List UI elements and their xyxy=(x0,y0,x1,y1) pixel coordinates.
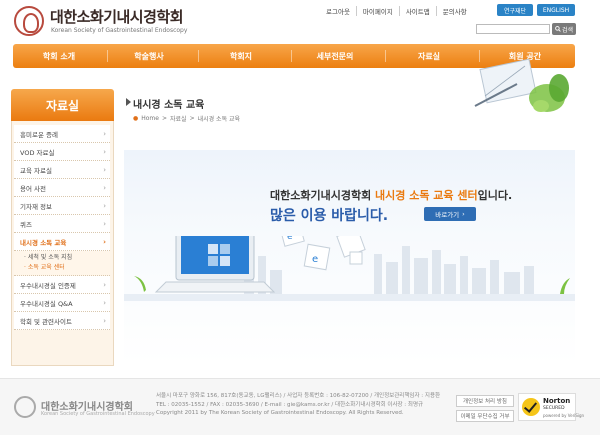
svg-text:e: e xyxy=(312,254,318,265)
chevron-right-icon: › xyxy=(103,298,106,307)
submenu-item-center[interactable]: · 소독 교육 센터 xyxy=(24,263,110,273)
breadcrumb-separator: > xyxy=(189,115,195,122)
nav-divider xyxy=(385,50,386,62)
nav-item-events[interactable]: 학술행사 xyxy=(113,44,185,68)
go-button[interactable]: 바로가기 › xyxy=(424,207,476,221)
skyline-illustration: e e xyxy=(124,236,575,301)
title-arrow-icon xyxy=(126,98,131,106)
sidebar-item-vod[interactable]: VOD 자료실 › xyxy=(14,143,110,161)
email-refusal-button[interactable]: 이메일 무단수집 거부 xyxy=(456,410,514,422)
sidebar-item-qna[interactable]: 우수내시경실 Q&A › xyxy=(14,294,110,312)
sidebar-item-cases[interactable]: 흥미로운 증례 › xyxy=(14,125,110,143)
chevron-right-icon: › xyxy=(103,129,106,138)
chevron-right-icon: › xyxy=(103,183,106,192)
chevron-right-icon: › xyxy=(103,237,106,246)
checkmark-icon xyxy=(522,398,540,416)
norton-seal[interactable]: Norton SECURED powered by VeriSign xyxy=(518,393,584,421)
sidebar-item-label: 교육 자료실 xyxy=(20,166,52,175)
logo-title: 대한소화기내시경학회 xyxy=(50,8,184,26)
society-emblem-icon xyxy=(14,396,36,418)
society-emblem-icon xyxy=(14,6,44,36)
norton-name: Norton xyxy=(543,397,571,405)
footer-contact: TEL : 02035-1552 / FAX : 02035-3690 / E-… xyxy=(156,401,424,408)
sidebar-item-disinfection[interactable]: 내시경 소독 교육 › xyxy=(14,233,110,251)
home-icon: ● xyxy=(133,115,139,122)
sidebar-item-equipment[interactable]: 기자재 정보 › xyxy=(14,197,110,215)
logout-link[interactable]: 로그아웃 xyxy=(320,6,357,16)
search-button-label: 검색 xyxy=(561,26,574,34)
nav-item-about[interactable]: 학회 소개 xyxy=(23,44,95,68)
site-logo[interactable]: 대한소화기내시경학회 Korean Society of Gastrointes… xyxy=(14,4,204,40)
sidebar-item-label: 학회 및 관련사이트 xyxy=(20,317,72,326)
search-icon xyxy=(555,26,561,32)
breadcrumb-separator: > xyxy=(161,115,167,122)
banner-prefix: 대한소화기내시경학회 xyxy=(270,189,376,202)
search-input[interactable] xyxy=(476,24,550,34)
sidebar-menu: 흥미로운 증례 › VOD 자료실 › 교육 자료실 › 용어 사전 › 기자재 정보 ›… xyxy=(14,125,110,330)
sidebar-item-label: 흥미로운 증례 xyxy=(20,130,58,139)
submenu-item-guidelines[interactable]: · 세척 및 소독 지침 xyxy=(24,253,110,263)
nav-divider xyxy=(107,50,108,62)
page-title: 내시경 소독 교육 xyxy=(133,100,205,111)
sidebar-item-label: 퀴즈 xyxy=(20,220,32,229)
nav-divider xyxy=(198,50,199,62)
nav-item-specialist[interactable]: 세부전문의 xyxy=(297,44,373,68)
breadcrumb-archive[interactable]: 자료실 xyxy=(170,114,187,123)
breadcrumb-current: 내시경 소독 교육 xyxy=(197,116,241,123)
nav-item-journal[interactable]: 학회지 xyxy=(205,44,277,68)
privacy-policy-button[interactable]: 개인정보 처리 방침 xyxy=(456,395,514,407)
sidebar-item-related-sites[interactable]: 학회 및 관련사이트 › xyxy=(14,312,110,330)
sidebar-item-label: 기자재 정보 xyxy=(20,202,52,211)
norton-secured: SECURED xyxy=(543,406,565,411)
footer-logo-subtitle: Korean Society of Gastrointestinal Endos… xyxy=(41,411,155,417)
research-foundation-button[interactable]: 연구재단 xyxy=(497,4,533,16)
sidebar-item-glossary[interactable]: 용어 사전 › xyxy=(14,179,110,197)
banner-suffix: 입니다. xyxy=(477,189,513,202)
sitemap-link[interactable]: 사이트맵 xyxy=(400,6,437,16)
sidebar-item-label: 우수내시경실 Q&A xyxy=(20,299,73,308)
decorative-illustration xyxy=(474,58,569,112)
chevron-right-icon: › xyxy=(462,210,465,218)
breadcrumb: ● Home > 자료실 > 내시경 소독 교육 xyxy=(133,114,240,123)
norton-powered-by: powered by VeriSign xyxy=(543,413,585,418)
go-button-label: 바로가기 xyxy=(435,211,460,219)
chevron-right-icon: › xyxy=(103,147,106,156)
sidebar-item-label: 용어 사전 xyxy=(20,184,46,193)
logo-subtitle: Korean Society of Gastrointestinal Endos… xyxy=(51,27,188,34)
banner-headline: 대한소화기내시경학회 내시경 소독 교육 센터입니다. xyxy=(270,187,512,203)
sidebar-title: 자료실 xyxy=(11,89,114,121)
sidebar-item-education[interactable]: 교육 자료실 › xyxy=(14,161,110,179)
search-button[interactable]: 검색 xyxy=(552,23,576,35)
svg-text:e: e xyxy=(287,236,293,242)
footer-info: 서울시 마포구 양화로 156, 817호(동교동, LG팰리스) / 사업자 … xyxy=(156,392,440,418)
sidebar-item-quiz[interactable]: 퀴즈 › xyxy=(14,215,110,233)
english-button[interactable]: ENGLISH xyxy=(537,4,575,16)
inquiry-link[interactable]: 문의사항 xyxy=(437,6,473,16)
sidebar-submenu: · 세척 및 소독 지침 · 소독 교육 센터 xyxy=(14,251,110,276)
chevron-right-icon: › xyxy=(103,201,106,210)
sidebar-item-label: 내시경 소독 교육 xyxy=(20,238,67,247)
sidebar-item-certification[interactable]: 우수내시경실 인증제 › xyxy=(14,276,110,294)
sidebar-item-label: VOD 자료실 xyxy=(20,148,55,157)
footer-address: 서울시 마포구 양화로 156, 817호(동교동, LG팰리스) / 사업자 … xyxy=(156,393,441,399)
footer-copyright: Copyright 2011 by The Korean Society of … xyxy=(156,410,404,416)
nav-divider xyxy=(291,50,292,62)
top-links: 로그아웃 마이페이지 사이트맵 문의사항 xyxy=(320,6,473,16)
banner-subheadline: 많은 이용 바랍니다. xyxy=(270,208,389,224)
mypage-link[interactable]: 마이페이지 xyxy=(357,6,400,16)
chevron-right-icon: › xyxy=(103,280,106,289)
banner-highlight: 내시경 소독 교육 센터 xyxy=(375,189,478,202)
chevron-right-icon: › xyxy=(103,165,106,174)
chevron-right-icon: › xyxy=(103,316,106,325)
breadcrumb-home[interactable]: Home xyxy=(141,115,159,122)
chevron-right-icon: › xyxy=(103,219,106,228)
sidebar-item-label: 우수내시경실 인증제 xyxy=(20,281,76,290)
